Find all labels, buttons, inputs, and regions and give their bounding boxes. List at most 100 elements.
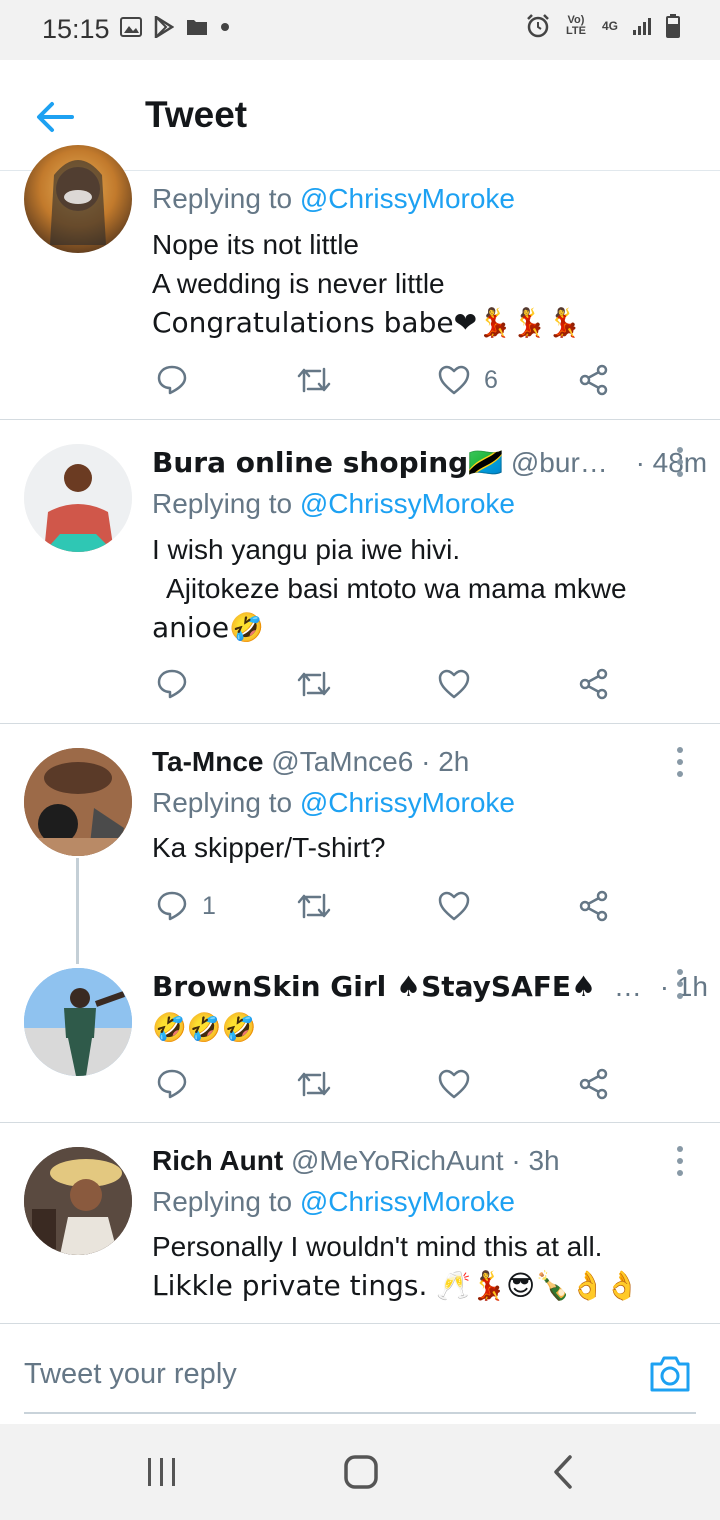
reply-icon [157, 365, 187, 395]
battery-icon [666, 14, 680, 38]
tweet-actions [152, 1062, 632, 1106]
more-options-icon[interactable] [670, 966, 690, 1002]
more-options-icon[interactable] [670, 744, 690, 780]
replying-to: Replying to @ChrissyMoroke [152, 488, 516, 519]
display-name[interactable]: Rich Aunt [152, 1145, 283, 1176]
tweet-header: BrownSkin Girl ♠StaySAFE♠ … · 1h [152, 970, 708, 1003]
tweet-header: Bura online shoping🇹🇿 @bur… · 48m [152, 446, 707, 479]
tweet-time: · 2h [421, 746, 470, 777]
share-icon [579, 668, 608, 700]
reply-icon [157, 891, 187, 921]
reply-button[interactable] [156, 358, 188, 402]
replying-to: Replying to @ChrissyMoroke [152, 1186, 516, 1217]
user-handle[interactable]: @TaMnce6 [271, 746, 413, 777]
avatar[interactable] [24, 444, 132, 552]
share-button[interactable] [578, 1062, 610, 1106]
user-handle[interactable]: @MeYoRichAunt [291, 1145, 504, 1176]
system-nav-bar [0, 1424, 720, 1520]
like-button[interactable] [438, 662, 470, 706]
retweet-icon [297, 367, 331, 393]
reply-icon [157, 1069, 187, 1099]
tweet-body: Personally I wouldn't mind this at all. … [152, 1231, 640, 1302]
tweet-header: Ta-Mnce @TaMnce6 · 2h [152, 746, 469, 778]
folder-icon [187, 20, 207, 35]
tweet-header: Rich Aunt @MeYoRichAunt · 3h [152, 1145, 560, 1177]
reply-handle-link[interactable]: @ChrissyMoroke [300, 183, 515, 214]
tweet-actions: 6 [152, 358, 632, 402]
share-button[interactable] [578, 358, 610, 402]
alarm-icon [527, 14, 549, 38]
user-handle[interactable]: @bur… [511, 447, 608, 478]
tweet-body: I wish yangu pia iwe hivi. Ajitokeze bas… [152, 534, 627, 644]
recents-icon[interactable] [142, 1454, 182, 1490]
tweet-item[interactable]: Rich Aunt @MeYoRichAunt · 3h Replying to… [0, 1123, 720, 1323]
display-name[interactable]: Bura online shoping🇹🇿 [152, 446, 503, 479]
tweet-item[interactable]: Ta-Mnce @TaMnce6 · 2h Replying to @Chris… [0, 724, 720, 946]
share-button[interactable] [578, 662, 610, 706]
reply-input[interactable]: Tweet your reply [24, 1358, 237, 1391]
tweet-actions [152, 662, 632, 706]
home-icon[interactable] [341, 1454, 381, 1490]
retweet-button[interactable] [296, 884, 332, 928]
tweet-item[interactable]: Bura online shoping🇹🇿 @bur… · 48m Replyi… [0, 420, 720, 723]
heart-icon [438, 365, 470, 395]
reply-button[interactable] [156, 662, 188, 706]
page-title: Tweet [145, 94, 248, 135]
heart-icon [438, 891, 470, 921]
like-button[interactable]: 6 [438, 358, 498, 402]
retweet-icon [297, 1071, 331, 1097]
reply-handle-link[interactable]: @ChrissyMoroke [300, 488, 515, 519]
display-name[interactable]: BrownSkin Girl ♠StaySAFE♠ [152, 970, 596, 1003]
heart-icon [438, 1069, 470, 1099]
avatar[interactable] [24, 968, 132, 1076]
user-handle[interactable]: … [614, 971, 642, 1002]
input-underline [24, 1412, 696, 1414]
reply-icon [157, 669, 187, 699]
retweet-button[interactable] [296, 1062, 332, 1106]
tweet-actions: 1 [152, 884, 632, 928]
play-store-icon [154, 16, 174, 38]
volte-icon: Vo) LTE [566, 14, 586, 37]
retweet-icon [297, 893, 331, 919]
image-icon [120, 17, 142, 37]
reply-handle-link[interactable]: @ChrissyMoroke [300, 1186, 515, 1217]
dot-icon [221, 23, 229, 31]
tweet-time: · 3h [511, 1145, 560, 1176]
tweet-body: Nope its not little A wedding is never l… [152, 229, 582, 339]
tweet-body: Ka skipper/T-shirt? [152, 832, 386, 863]
reply-button[interactable]: 1 [156, 884, 216, 928]
retweet-button[interactable] [296, 662, 332, 706]
replying-to: Replying to @ChrissyMoroke [152, 787, 516, 818]
avatar[interactable] [24, 145, 132, 253]
reply-button[interactable] [156, 1062, 188, 1106]
share-icon [579, 890, 608, 922]
camera-icon[interactable] [648, 1354, 692, 1394]
retweet-icon [297, 671, 331, 697]
back-arrow-icon[interactable] [30, 92, 80, 142]
like-count: 6 [484, 365, 498, 394]
retweet-button[interactable] [296, 358, 332, 402]
tweet-item[interactable]: BrownSkin Girl ♠StaySAFE♠ … · 1h 🤣🤣🤣 [0, 946, 720, 1122]
share-icon [579, 1068, 608, 1100]
reply-count: 1 [202, 891, 216, 920]
more-options-icon[interactable] [670, 1143, 690, 1179]
heart-icon [438, 669, 470, 699]
like-button[interactable] [438, 884, 470, 928]
share-icon [579, 364, 608, 396]
tweet-body: 🤣🤣🤣 [152, 1011, 257, 1044]
avatar[interactable] [24, 1147, 132, 1255]
reply-composer: Tweet your reply [0, 1323, 720, 1424]
status-time: 15:15 [42, 14, 110, 44]
signal-icon [633, 18, 651, 35]
more-options-icon[interactable] [670, 444, 690, 480]
display-name[interactable]: Ta-Mnce [152, 746, 264, 777]
replying-to: Replying to @ChrissyMoroke [152, 183, 516, 214]
share-button[interactable] [578, 884, 610, 928]
like-button[interactable] [438, 1062, 470, 1106]
4g-icon: 4G [601, 19, 618, 33]
status-bar: 15:15 Vo) LTE 4G [0, 0, 720, 60]
back-icon[interactable] [544, 1454, 584, 1490]
reply-handle-link[interactable]: @ChrissyMoroke [300, 787, 515, 818]
avatar[interactable] [24, 748, 132, 856]
tweet-item[interactable]: Replying to @ChrissyMoroke Nope its not … [0, 145, 720, 419]
